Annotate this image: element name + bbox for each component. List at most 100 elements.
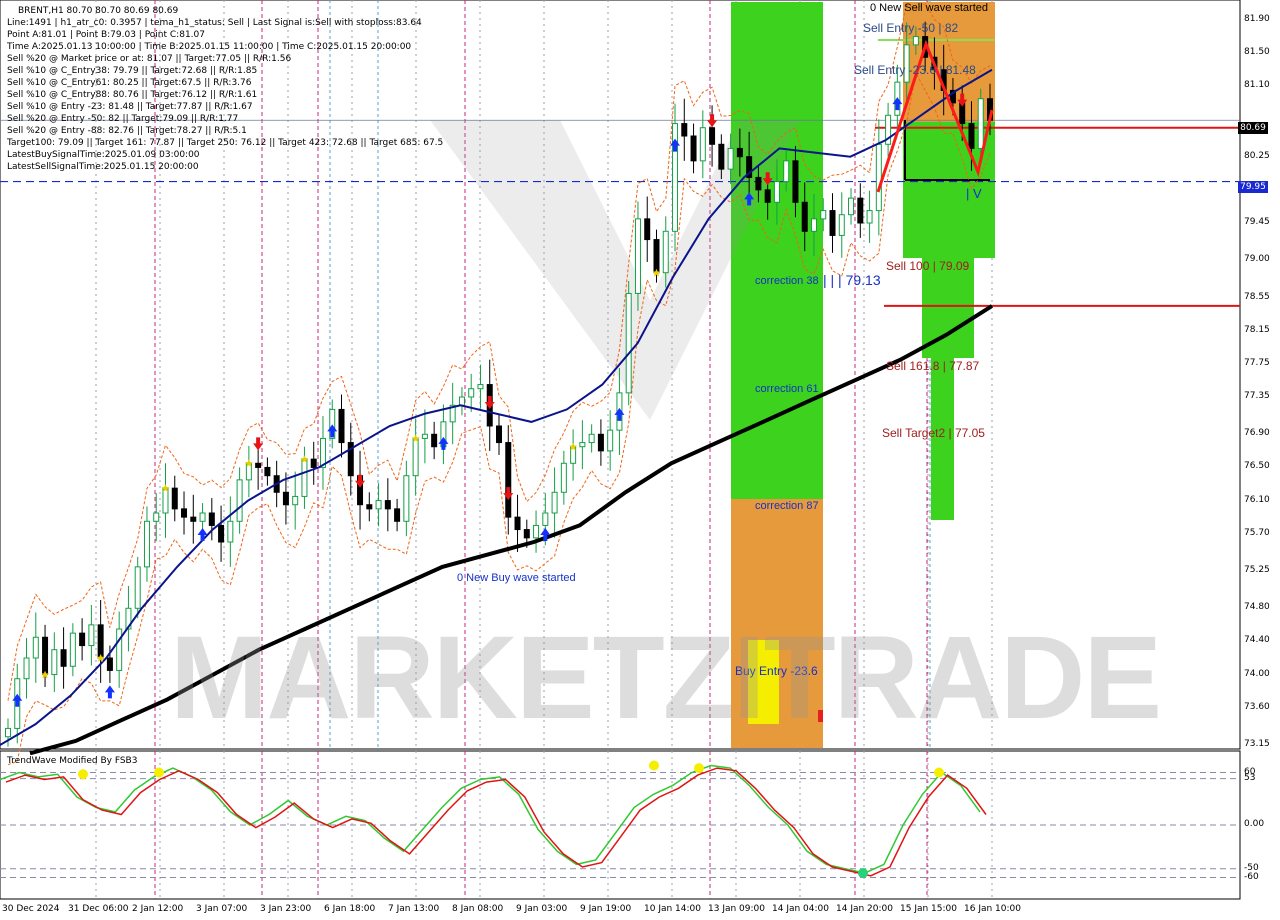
sell-target2-label: Sell Target2 | 77.05	[882, 426, 985, 440]
time-tick-label: 3 Jan 07:00	[196, 904, 248, 914]
candle	[431, 433, 438, 448]
correction-38-label: correction 38	[755, 275, 819, 287]
price-tick-label: 75.70	[1244, 527, 1270, 538]
candle	[829, 210, 836, 236]
time-tick-label: 14 Jan 04:00	[772, 904, 829, 914]
candle	[282, 491, 289, 506]
candle	[634, 218, 641, 294]
candle	[32, 636, 39, 659]
candle	[912, 36, 919, 46]
indicator-cross-dot	[858, 868, 868, 879]
candle	[866, 210, 873, 224]
candle	[792, 160, 799, 203]
time-tick-label: 30 Dec 2024	[2, 904, 60, 914]
dashed-level-tag: 79.95	[1238, 181, 1268, 193]
candle	[375, 500, 382, 510]
candle	[644, 218, 651, 241]
candle	[653, 239, 660, 274]
candle	[143, 520, 150, 568]
time-tick-label: 7 Jan 13:00	[388, 904, 440, 914]
price-tick-label: 77.35	[1244, 391, 1270, 401]
time-tick-label: 2 Jan 12:00	[132, 904, 184, 914]
candle	[208, 512, 215, 526]
info-line: Line:1491 | h1_atr_c0: 0.3957 | tema_h1_…	[7, 18, 422, 28]
candle	[597, 433, 604, 452]
time-tick-label: 6 Jan 18:00	[324, 904, 376, 914]
candle	[551, 491, 558, 514]
indicator-cross-dot	[154, 767, 164, 778]
candle	[116, 628, 123, 671]
candle	[181, 508, 188, 518]
info-line: Sell %20 @ Market price or at: 81.07 || …	[7, 54, 292, 64]
candle	[709, 127, 716, 145]
candle	[255, 462, 262, 468]
candle	[338, 408, 345, 444]
candle	[681, 123, 688, 137]
time-tick-label: 9 Jan 19:00	[580, 904, 632, 914]
info-panel: BRENT,H1 80.70 80.70 80.69 80.69 Line:14…	[7, 5, 443, 173]
indicator-level-label: 0.00	[1244, 819, 1265, 829]
candle	[699, 127, 706, 162]
price-tick-label: 78.55	[1244, 291, 1270, 302]
candle	[718, 143, 725, 170]
watermark-text: MARKETZITRADE	[170, 612, 1162, 744]
candle	[412, 437, 419, 477]
correction-38-value: | | | 79.13	[823, 272, 881, 288]
candle	[69, 632, 76, 667]
candle	[162, 487, 169, 514]
info-line: Sell %10 @ Entry -23: 81.48 || Target:77…	[7, 102, 253, 112]
candle	[588, 433, 595, 444]
candle	[468, 388, 475, 398]
candle	[106, 657, 113, 671]
correction-zone-green	[731, 2, 823, 499]
time-tick-label: 10 Jan 14:00	[644, 904, 701, 914]
price-tick-label: 80.25	[1244, 150, 1270, 161]
info-line: Time A:2025.01.13 10:00:00 | Time B:2025…	[7, 42, 412, 52]
candle	[292, 495, 299, 506]
candle	[264, 466, 271, 477]
indicator-cross-dot	[694, 763, 704, 774]
candle	[505, 442, 512, 518]
price-tick-label: 74.40	[1244, 635, 1270, 646]
info-line: Sell %10 @ C_Entry88: 80.76 || Target:76…	[7, 90, 258, 100]
price-tick-label: 76.90	[1244, 428, 1270, 439]
candle	[366, 504, 373, 510]
price-tick-label: 73.15	[1244, 739, 1270, 749]
new-sell-wave-label: 0 New Sell wave started	[870, 2, 988, 14]
candle	[236, 479, 243, 522]
candle	[783, 160, 790, 183]
correction-61-label: correction 61	[755, 383, 819, 395]
time-tick-label: 14 Jan 20:00	[836, 904, 893, 914]
info-line: Point A:81.01 | Point B:79.03 | Point C:…	[7, 30, 205, 40]
indicator-level-label: -60	[1244, 871, 1259, 882]
price-tick-label: 81.50	[1244, 47, 1270, 58]
sell-signal-marks: | V	[966, 186, 982, 201]
candle	[153, 512, 160, 522]
candle	[496, 425, 502, 444]
candle	[301, 458, 308, 497]
indicator-title: TrendWave Modified By FSB3	[7, 756, 138, 766]
current-price-value: 80.69	[1240, 123, 1266, 133]
candle	[755, 176, 762, 191]
info-line: Sell %20 @ Entry -88: 82.76 || Target:78…	[7, 126, 247, 136]
time-tick-label: 16 Jan 10:00	[964, 904, 1021, 914]
indicator-level-label: 53	[1244, 772, 1256, 783]
candle	[51, 649, 58, 676]
time-tick-label: 9 Jan 03:00	[516, 904, 568, 914]
candle	[171, 487, 178, 510]
candle	[801, 201, 808, 232]
candle	[42, 636, 49, 676]
time-tick-label: 8 Jan 08:00	[452, 904, 504, 914]
candle	[625, 292, 632, 394]
price-tick-label: 79.45	[1244, 217, 1270, 227]
candle	[736, 147, 743, 158]
candle	[977, 98, 984, 149]
indicator-cross-dot	[78, 769, 88, 780]
sell-entry-50-label: Sell Entry -50 | 82	[863, 21, 959, 35]
info-line: BRENT,H1 80.70 80.70 80.69 80.69	[18, 6, 179, 16]
candle	[421, 433, 428, 439]
new-buy-wave-label: 0 New Buy wave started	[457, 572, 576, 584]
candle	[5, 727, 11, 738]
candle	[607, 429, 614, 452]
candle	[310, 458, 317, 468]
